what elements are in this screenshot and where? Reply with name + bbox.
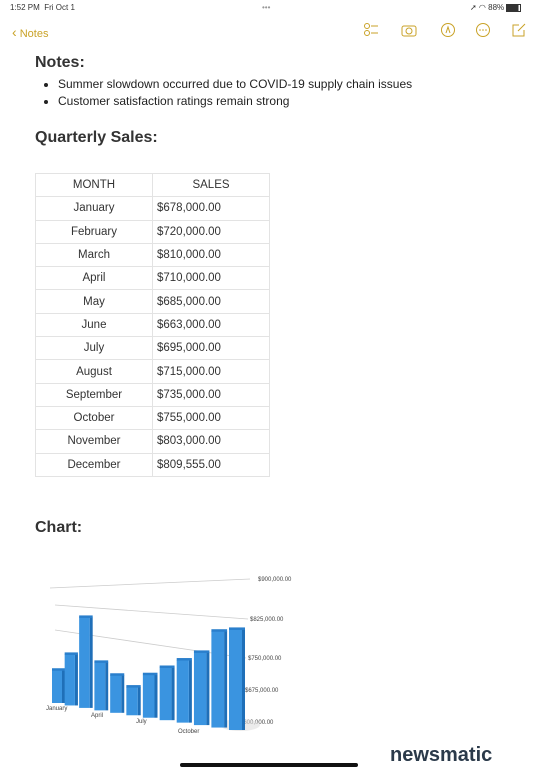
bar-side xyxy=(105,662,109,711)
bar-top xyxy=(229,627,245,630)
sales-chart: $600,000.00$675,000.00$750,000.00$825,00… xyxy=(46,577,292,735)
bar-side xyxy=(62,670,65,703)
bar-side xyxy=(206,652,210,726)
bar-may xyxy=(110,675,122,713)
gridline xyxy=(49,578,251,589)
bar-january xyxy=(52,670,62,703)
bar-side xyxy=(137,687,141,716)
bar-july xyxy=(142,674,155,718)
bar-october xyxy=(193,652,207,726)
bar-top xyxy=(94,660,109,663)
bar-side xyxy=(171,667,175,721)
y-tick-label: $675,000.00 xyxy=(245,688,279,694)
bar-side xyxy=(121,675,125,713)
y-tick-label: $900,000.00 xyxy=(258,577,292,583)
watermark-logo: newsmatic xyxy=(390,744,493,766)
bar-april xyxy=(94,662,106,711)
bar-top xyxy=(126,685,141,688)
x-tick-label: July xyxy=(136,719,147,725)
bar-top xyxy=(110,673,125,676)
bar-top xyxy=(79,615,93,618)
bar-side xyxy=(224,631,228,728)
bar-side xyxy=(154,674,158,718)
x-tick-label: October xyxy=(178,729,199,735)
bar-side xyxy=(188,660,192,723)
bar-march xyxy=(79,617,90,708)
bar-december xyxy=(229,629,242,730)
x-tick-label: January xyxy=(46,706,67,712)
x-tick-label: April xyxy=(91,713,103,719)
bar-november xyxy=(211,631,225,728)
bar-top xyxy=(64,652,78,655)
bar-september xyxy=(176,660,189,723)
bar-june xyxy=(126,687,138,716)
bar-february xyxy=(64,654,75,706)
bar-side xyxy=(242,629,245,730)
bar-top xyxy=(211,629,228,632)
bar-top xyxy=(176,658,192,661)
bar-august xyxy=(159,667,172,721)
y-tick-label: $750,000.00 xyxy=(248,656,282,662)
home-indicator[interactable] xyxy=(180,763,358,767)
y-tick-label: $825,000.00 xyxy=(250,617,284,623)
bar-top xyxy=(52,668,65,671)
bar-top xyxy=(142,672,158,676)
bar-side xyxy=(74,654,78,706)
bar-side xyxy=(89,617,93,708)
bar-top xyxy=(193,650,210,653)
bar-top xyxy=(159,665,175,668)
